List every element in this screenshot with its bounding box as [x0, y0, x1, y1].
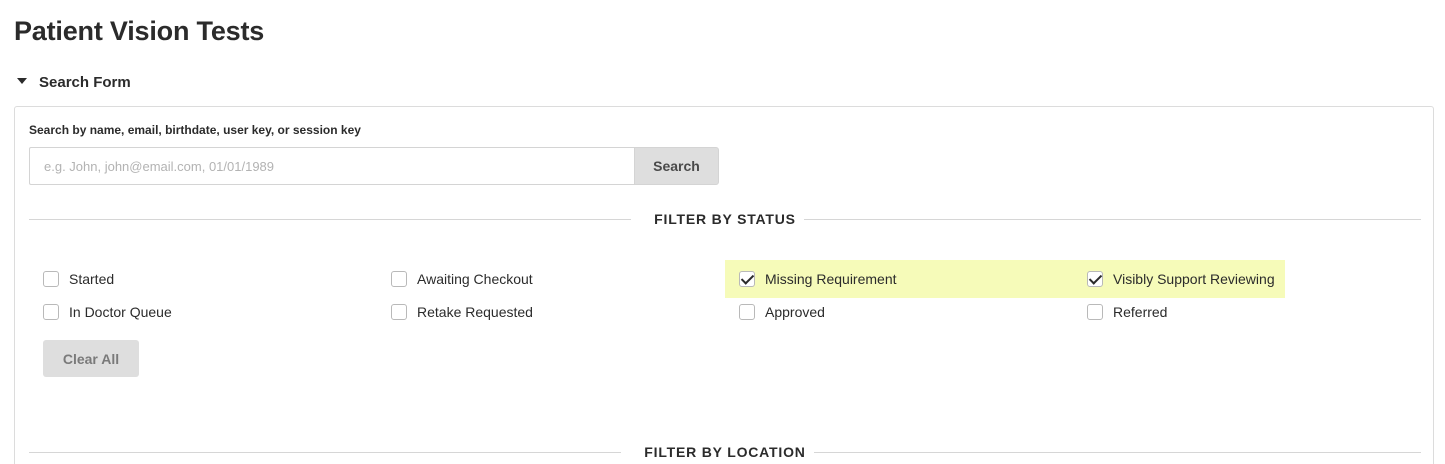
search-form-panel: Search by name, email, birthdate, user k… [14, 106, 1434, 464]
caret-down-icon [17, 78, 27, 84]
status-filter-retake-requested[interactable]: Retake Requested [377, 293, 707, 331]
divider-line [814, 452, 1421, 453]
status-filter-label: Retake Requested [417, 304, 533, 320]
checkbox[interactable] [391, 304, 407, 320]
clear-all-button[interactable]: Clear All [43, 340, 139, 377]
page-title: Patient Vision Tests [14, 16, 265, 46]
status-filter-label: Started [69, 271, 115, 287]
checkbox-checked[interactable] [739, 271, 755, 287]
filter-by-location-divider: FILTER BY LOCATION [29, 442, 1421, 462]
search-form-toggle[interactable]: Search Form [17, 72, 131, 92]
status-filter-in-doctor-queue[interactable]: In Doctor Queue [29, 293, 359, 331]
status-filter-approved[interactable]: Approved [725, 293, 1055, 331]
checkbox[interactable] [43, 304, 59, 320]
status-filter-label: Referred [1113, 304, 1168, 320]
status-filter-label: Approved [765, 304, 825, 320]
search-button[interactable]: Search [634, 147, 719, 185]
search-label: Search by name, email, birthdate, user k… [29, 123, 361, 137]
status-filter-label: Visibly Support Reviewing [1113, 271, 1275, 287]
status-filter-label: In Doctor Queue [69, 304, 172, 320]
filter-by-status-divider: FILTER BY STATUS [29, 209, 1421, 229]
checkbox[interactable] [739, 304, 755, 320]
search-input[interactable] [29, 147, 634, 185]
divider-line [804, 219, 1421, 220]
checkbox-checked[interactable] [1087, 271, 1103, 287]
search-form-toggle-label: Search Form [39, 73, 131, 91]
checkbox[interactable] [43, 271, 59, 287]
status-filter-referred[interactable]: Referred [1073, 293, 1403, 331]
checkbox[interactable] [391, 271, 407, 287]
page: Patient Vision Tests Search Form Search … [0, 0, 1445, 464]
status-filter-label: Missing Requirement [765, 271, 897, 287]
checkbox[interactable] [1087, 304, 1103, 320]
status-filter-label: Awaiting Checkout [417, 271, 533, 287]
